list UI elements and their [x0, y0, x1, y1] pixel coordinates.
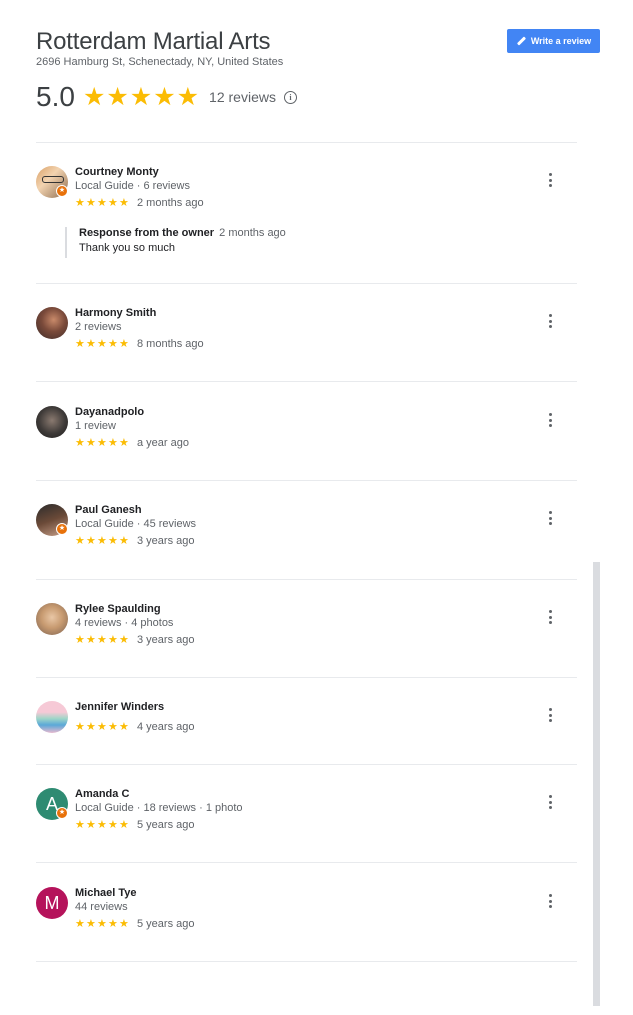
- reviewer-meta: 44 reviews: [75, 901, 128, 913]
- avatar[interactable]: [36, 701, 68, 733]
- more-options-icon[interactable]: [545, 708, 555, 722]
- review-time: 2 months ago: [137, 197, 204, 209]
- divider: [36, 142, 577, 143]
- divider: [36, 480, 577, 481]
- review-stars: ★ ★ ★ ★ ★: [75, 720, 129, 733]
- write-review-label: Write a review: [530, 36, 592, 46]
- review-rating: ★ ★ ★ ★ ★ 4 years ago: [75, 721, 194, 733]
- star-icon: ★: [176, 82, 200, 111]
- divider: [36, 764, 577, 765]
- rating-summary: 5.0 ★ ★ ★ ★ ★ 12 reviews i: [36, 80, 297, 114]
- reviewer-name[interactable]: Michael Tye: [75, 887, 137, 899]
- local-guide-badge-icon: ★: [56, 807, 68, 819]
- reviewer-meta: Local Guide · 45 reviews: [75, 518, 197, 530]
- review-time: 8 months ago: [137, 338, 204, 350]
- avatar[interactable]: [36, 603, 68, 635]
- review-stars: ★ ★ ★ ★ ★: [75, 337, 129, 350]
- review-time: 5 years ago: [137, 918, 195, 930]
- reviewer-name[interactable]: Jennifer Winders: [75, 701, 164, 713]
- review-rating: ★ ★ ★ ★ ★ 3 years ago: [75, 634, 194, 646]
- star-icon: ★: [129, 82, 153, 111]
- rating-value: 5.0: [36, 81, 75, 112]
- review-time: a year ago: [137, 437, 189, 449]
- business-address: 2696 Hamburg St, Schenectady, NY, United…: [36, 56, 284, 68]
- divider: [36, 381, 577, 382]
- star-icon: ★: [82, 82, 106, 111]
- more-options-icon[interactable]: [545, 795, 555, 809]
- reviewer-name[interactable]: Courtney Monty: [75, 166, 159, 178]
- reviewer-meta: 2 reviews: [75, 321, 122, 333]
- owner-response-time: 2 months ago: [219, 227, 286, 239]
- reviewer-meta: Local Guide · 6 reviews: [75, 180, 190, 192]
- avatar[interactable]: [36, 307, 68, 339]
- rating-stars: ★ ★ ★ ★ ★: [82, 82, 200, 111]
- owner-response-text: Thank you so much: [79, 242, 175, 254]
- owner-response-title: Response from the owner: [79, 227, 215, 239]
- review-rating: ★ ★ ★ ★ ★ 2 months ago: [75, 197, 204, 209]
- avatar[interactable]: A ★: [36, 788, 68, 820]
- write-review-button[interactable]: Write a review: [507, 29, 600, 53]
- divider: [36, 961, 577, 962]
- review-stars: ★ ★ ★ ★ ★: [75, 633, 129, 646]
- review-stars: ★ ★ ★ ★ ★: [75, 534, 129, 547]
- review-time: 3 years ago: [137, 634, 195, 646]
- review-time: 3 years ago: [137, 535, 195, 547]
- reviewer-name[interactable]: Rylee Spaulding: [75, 603, 161, 615]
- review-rating: ★ ★ ★ ★ ★ 5 years ago: [75, 918, 194, 930]
- local-guide-badge-icon: ★: [56, 185, 68, 197]
- divider: [36, 283, 577, 284]
- divider: [36, 862, 577, 863]
- review-stars: ★ ★ ★ ★ ★: [75, 917, 129, 930]
- reviewer-name[interactable]: Dayanadpolo: [75, 406, 144, 418]
- more-options-icon[interactable]: [545, 610, 555, 624]
- business-name: Rotterdam Martial Arts: [36, 28, 271, 55]
- divider: [36, 677, 577, 678]
- review-stars: ★ ★ ★ ★ ★: [75, 818, 129, 831]
- scrollbar[interactable]: [593, 562, 600, 1006]
- avatar[interactable]: ★: [36, 166, 68, 198]
- review-stars: ★ ★ ★ ★ ★: [75, 436, 129, 449]
- avatar[interactable]: M: [36, 887, 68, 919]
- review-rating: ★ ★ ★ ★ ★ 5 years ago: [75, 819, 194, 831]
- star-icon: ★: [153, 82, 176, 111]
- review-rating: ★ ★ ★ ★ ★ a year ago: [75, 437, 189, 449]
- reviewer-meta: 4 reviews · 4 photos: [75, 617, 174, 629]
- reviewer-name[interactable]: Harmony Smith: [75, 307, 156, 319]
- reviewer-name[interactable]: Paul Ganesh: [75, 504, 142, 516]
- more-options-icon[interactable]: [545, 511, 555, 525]
- review-rating: ★ ★ ★ ★ ★ 3 years ago: [75, 535, 194, 547]
- avatar[interactable]: ★: [36, 504, 68, 536]
- info-icon[interactable]: i: [283, 90, 297, 104]
- more-options-icon[interactable]: [545, 413, 555, 427]
- divider: [36, 579, 577, 580]
- review-time: 4 years ago: [137, 721, 195, 733]
- star-icon: ★: [106, 82, 129, 111]
- review-rating: ★ ★ ★ ★ ★ 8 months ago: [75, 338, 204, 350]
- more-options-icon[interactable]: [545, 894, 555, 908]
- reviewer-meta: Local Guide · 18 reviews · 1 photo: [75, 802, 243, 814]
- avatar-letter: M: [36, 887, 68, 919]
- owner-response: Response from the owner 2 months ago Tha…: [65, 227, 286, 258]
- review-count-link[interactable]: 12 reviews: [209, 89, 276, 105]
- more-options-icon[interactable]: [545, 173, 555, 187]
- reviewer-name[interactable]: Amanda C: [75, 788, 129, 800]
- review-stars: ★ ★ ★ ★ ★: [75, 196, 129, 209]
- avatar[interactable]: [36, 406, 68, 438]
- review-time: 5 years ago: [137, 819, 195, 831]
- reviewer-meta: 1 review: [75, 420, 116, 432]
- local-guide-badge-icon: ★: [56, 523, 68, 535]
- more-options-icon[interactable]: [545, 314, 555, 328]
- pencil-icon: [516, 36, 527, 47]
